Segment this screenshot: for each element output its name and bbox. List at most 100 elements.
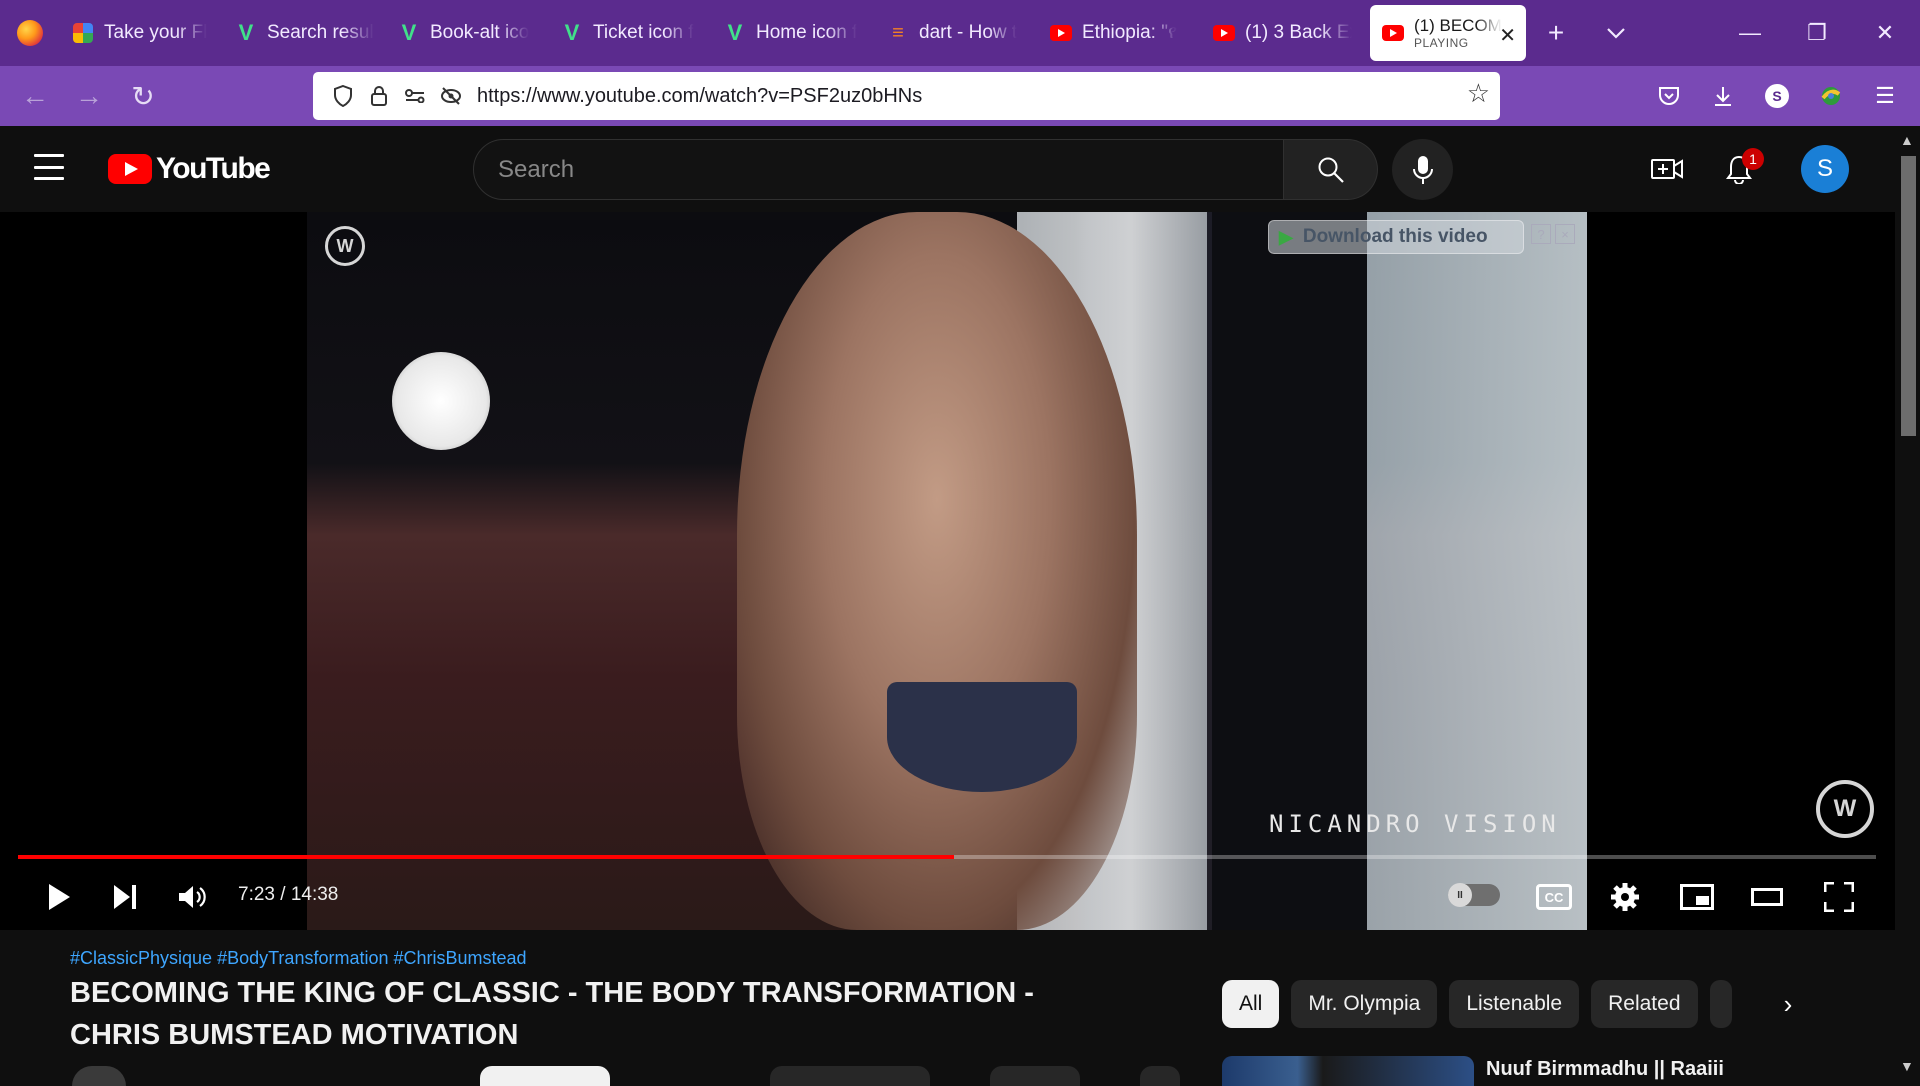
miniplayer-button[interactable] <box>1674 872 1720 922</box>
youtube-play-logo-icon <box>108 154 152 184</box>
fullscreen-button[interactable] <box>1816 872 1862 922</box>
share-button[interactable] <box>990 1066 1080 1086</box>
tab-title: Home icon f <box>756 22 858 43</box>
chip-partial[interactable] <box>1709 980 1732 1028</box>
scroll-up-icon[interactable]: ▲ <box>1900 132 1914 148</box>
vue-icon: V <box>238 20 254 45</box>
download-help-button[interactable]: ? <box>1531 224 1551 244</box>
notification-count-badge: 1 <box>1742 148 1764 170</box>
chip-related[interactable]: Related <box>1591 980 1698 1028</box>
video-figure-shorts <box>887 682 1077 792</box>
list-tabs-chevron-icon[interactable] <box>1586 5 1646 61</box>
channel-watermark-icon: W <box>325 226 365 266</box>
guide-menu-icon[interactable] <box>34 154 64 180</box>
video-camera-add-icon <box>1651 159 1683 179</box>
shield-icon[interactable] <box>325 78 361 114</box>
browser-tab-active[interactable]: (1) BECOM PLAYING ✕ <box>1370 5 1526 61</box>
video-lamp <box>392 352 490 450</box>
scrollbar-thumb[interactable] <box>1901 156 1916 436</box>
address-bar[interactable]: https://www.youtube.com/watch?v=PSF2uz0b… <box>313 72 1500 120</box>
tab-title: Ethiopia: "የ <box>1082 22 1178 43</box>
search-input[interactable]: Search <box>473 139 1284 200</box>
tab-title: Search resul <box>267 22 374 43</box>
close-window-icon[interactable]: ✕ <box>1850 0 1920 66</box>
browser-tab[interactable]: Ethiopia: "የ <box>1038 5 1201 61</box>
settings-button[interactable] <box>1602 872 1648 922</box>
browser-tab[interactable]: V Ticket icon f <box>549 5 712 61</box>
mute-button[interactable] <box>168 872 218 922</box>
next-button[interactable] <box>100 872 150 922</box>
pocket-icon[interactable] <box>1642 69 1696 123</box>
new-tab-icon[interactable]: + <box>1526 5 1586 61</box>
video-frame[interactable]: W NICANDRO VISION <box>307 212 1587 930</box>
permissions-icon[interactable] <box>397 78 433 114</box>
download-close-button[interactable]: × <box>1555 224 1575 244</box>
browser-tab[interactable]: V Search resul <box>223 5 386 61</box>
video-player[interactable]: W NICANDRO VISION ▶ Download this video … <box>0 212 1895 930</box>
gear-icon <box>1611 883 1639 911</box>
minimize-icon[interactable]: — <box>1715 0 1785 66</box>
video-figure <box>737 212 1137 930</box>
browser-tab[interactable]: ≡ dart - How t <box>875 5 1038 61</box>
microphone-icon <box>1412 155 1433 184</box>
like-dislike-button[interactable] <box>770 1066 930 1086</box>
toolbar-right: S ☰ <box>1642 66 1920 126</box>
tab-playing-label: PLAYING <box>1414 35 1469 50</box>
restore-icon[interactable]: ❐ <box>1782 0 1852 66</box>
skip-next-icon <box>114 885 136 909</box>
channel-avatar[interactable] <box>72 1066 126 1086</box>
tracking-blocked-icon[interactable] <box>433 78 469 114</box>
bookmark-star-icon[interactable]: ☆ <box>1467 78 1490 109</box>
miniplayer-icon <box>1680 884 1714 910</box>
scroll-down-icon[interactable]: ▼ <box>1900 1058 1914 1074</box>
chip-mr-olympia[interactable]: Mr. Olympia <box>1291 980 1438 1028</box>
close-tab-icon[interactable]: ✕ <box>1499 23 1516 48</box>
theater-mode-button[interactable] <box>1744 872 1790 922</box>
tab-title: dart - How t <box>919 22 1018 43</box>
video-title: BECOMING THE KING OF CLASSIC - THE BODY … <box>70 977 1034 1051</box>
browser-tab[interactable]: Take your Fl <box>60 5 223 61</box>
downloads-icon[interactable] <box>1696 69 1750 123</box>
volume-icon <box>179 886 206 908</box>
voice-search-button[interactable] <box>1392 139 1453 200</box>
forward-arrow-icon[interactable]: → <box>62 69 116 123</box>
chip-listenable[interactable]: Listenable <box>1449 980 1580 1028</box>
firefox-menu-icon[interactable] <box>0 0 60 66</box>
recommended-video-thumbnail[interactable] <box>1222 1056 1474 1086</box>
subtitles-button[interactable]: CC <box>1532 872 1576 922</box>
channel-watermark-button[interactable]: W <box>1816 780 1874 838</box>
avatar[interactable]: S <box>1801 145 1849 193</box>
download-video-button[interactable]: ▶ Download this video <box>1268 220 1524 254</box>
search-button[interactable] <box>1284 139 1378 200</box>
play-button[interactable] <box>34 872 84 922</box>
url-text[interactable]: https://www.youtube.com/watch?v=PSF2uz0b… <box>477 85 922 108</box>
reload-icon[interactable]: ↻ <box>116 69 170 123</box>
youtube-logo[interactable]: YouTube <box>108 152 271 186</box>
browser-tab[interactable]: V Book-alt ico <box>386 5 549 61</box>
download-video-label: Download this video <box>1302 226 1488 247</box>
browser-tab[interactable]: V Home icon f <box>712 5 875 61</box>
video-hashtags[interactable]: #ClassicPhysique #BodyTransformation #Ch… <box>70 948 527 969</box>
chip-all[interactable]: All <box>1222 980 1280 1028</box>
video-brand-text: NICANDRO VISION <box>1269 810 1561 838</box>
browser-tab[interactable]: (1) 3 Back Ex <box>1201 5 1364 61</box>
back-arrow-icon[interactable]: ← <box>8 69 62 123</box>
recommended-video-title[interactable]: Nuuf Birmmadhu || Raaiii <box>1486 1058 1724 1081</box>
hamburger-menu-icon[interactable]: ☰ <box>1858 69 1912 123</box>
account-avatar[interactable]: S <box>1750 69 1804 123</box>
tab-title: Take your Fl <box>104 22 208 43</box>
play-triangle-icon: ▶ <box>1279 226 1293 247</box>
theater-mode-icon <box>1751 888 1783 906</box>
progress-bar[interactable] <box>18 855 1876 859</box>
subscribe-button[interactable] <box>480 1066 610 1086</box>
youtube-header: YouTube Search 1 S <box>0 126 1895 212</box>
autoplay-toggle[interactable]: II <box>1448 883 1500 907</box>
extension-icon[interactable] <box>1804 69 1858 123</box>
page-scrollbar[interactable]: ▲ ▼ <box>1895 126 1920 1080</box>
lock-icon[interactable] <box>361 78 397 114</box>
time-display: 7:23 / 14:38 <box>238 884 339 905</box>
create-video-button[interactable] <box>1644 146 1690 192</box>
chevron-right-icon[interactable]: › <box>1768 984 1808 1024</box>
stackoverflow-icon: ≡ <box>892 21 904 44</box>
more-actions-button[interactable] <box>1140 1066 1180 1086</box>
